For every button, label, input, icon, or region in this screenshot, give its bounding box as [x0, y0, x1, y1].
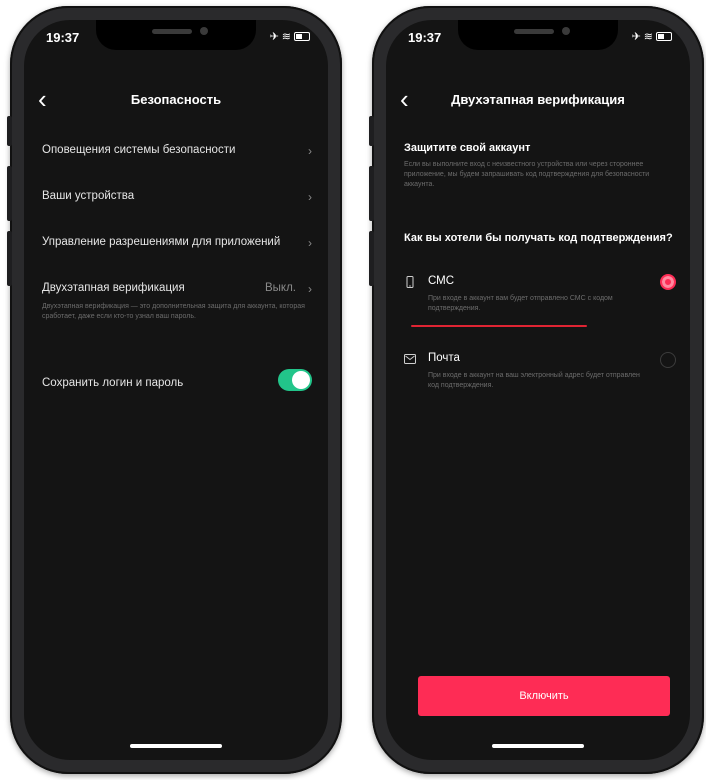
option-sms-label: СМС — [428, 275, 455, 287]
home-indicator — [492, 744, 584, 748]
wifi-icon: ≋ — [281, 31, 291, 43]
chevron-right-icon: › — [308, 236, 312, 250]
screen-two-step-verification: 19:37 ✈ ≋ ‹ Двухэтапная верификация Защи… — [386, 20, 690, 760]
status-icons: ✈ ≋ — [632, 30, 672, 43]
protect-account-title: Защитите свой аккаунт — [404, 142, 531, 154]
option-email-description: При входе в аккаунт на ваш электронный а… — [428, 372, 640, 389]
menu-item-security-alerts[interactable]: Оповещения системы безопасности › — [42, 144, 312, 158]
menu-item-label: Сохранить логин и пароль — [42, 377, 184, 389]
menu-item-label: Двухэтапная верификация — [42, 282, 185, 294]
battery-icon — [656, 32, 672, 41]
wifi-icon: ≋ — [643, 31, 653, 43]
chevron-right-icon: › — [308, 282, 312, 296]
side-button-volume-up — [369, 166, 374, 221]
navbar: ‹ Двухэтапная верификация — [386, 86, 690, 116]
page-title: Безопасность — [130, 92, 222, 107]
side-button-volume-down — [7, 231, 12, 286]
menu-item-app-permissions[interactable]: Управление разрешениями для приложений › — [42, 236, 312, 250]
option-sms-description: При входе в аккаунт вам будет отправлено… — [428, 295, 613, 312]
notch — [96, 20, 256, 50]
side-button-mute — [369, 116, 374, 146]
screen-security: 19:37 ✈ ≋ ‹ Безопасность Оповещения сист… — [24, 20, 328, 760]
airplane-icon: ✈ — [269, 31, 279, 43]
home-indicator — [130, 744, 222, 748]
two-step-description: Двухэтапная верификация — это дополнител… — [42, 303, 305, 320]
airplane-icon: ✈ — [631, 31, 641, 43]
menu-item-label: Управление разрешениями для приложений — [42, 236, 281, 248]
side-button-volume-down — [369, 231, 374, 286]
status-time: 19:37 — [46, 30, 80, 45]
battery-icon — [294, 32, 310, 41]
menu-item-label: Оповещения системы безопасности — [42, 144, 236, 156]
option-email-label: Почта — [428, 352, 460, 364]
side-button-mute — [7, 116, 12, 146]
chevron-right-icon: › — [308, 144, 312, 158]
chevron-right-icon: › — [308, 190, 312, 204]
phone-frame-left: 19:37 ✈ ≋ ‹ Безопасность Оповещения сист… — [7, 6, 342, 774]
page-title: Двухэтапная верификация — [451, 92, 625, 107]
option-email-radio[interactable] — [660, 352, 676, 368]
menu-item-two-step-verification[interactable]: Двухэтапная верификация Выкл. › Двухэтап… — [42, 282, 312, 322]
highlight-underline — [411, 325, 587, 327]
code-delivery-question: Как вы хотели бы получать код подтвержде… — [404, 232, 673, 244]
menu-item-your-devices[interactable]: Ваши устройства › — [42, 190, 312, 204]
status-time: 19:37 — [408, 30, 442, 45]
phone-icon — [406, 276, 414, 288]
save-login-toggle[interactable] — [278, 369, 312, 391]
phone-frame-right: 19:37 ✈ ≋ ‹ Двухэтапная верификация Защи… — [369, 6, 704, 774]
side-button-volume-up — [7, 166, 12, 221]
menu-item-label: Ваши устройства — [42, 190, 135, 202]
mail-icon — [404, 354, 416, 364]
menu-item-save-login: Сохранить логин и пароль — [42, 377, 312, 389]
notch — [458, 20, 618, 50]
option-sms-radio[interactable] — [660, 274, 676, 290]
two-step-status-value: Выкл. — [264, 282, 296, 294]
navbar: ‹ Безопасность — [24, 86, 328, 116]
protect-account-description: Если вы выполните вход с неизвестного ус… — [404, 161, 650, 188]
toggle-knob — [292, 371, 310, 389]
status-icons: ✈ ≋ — [270, 30, 310, 43]
enable-button[interactable]: Включить — [418, 676, 670, 716]
